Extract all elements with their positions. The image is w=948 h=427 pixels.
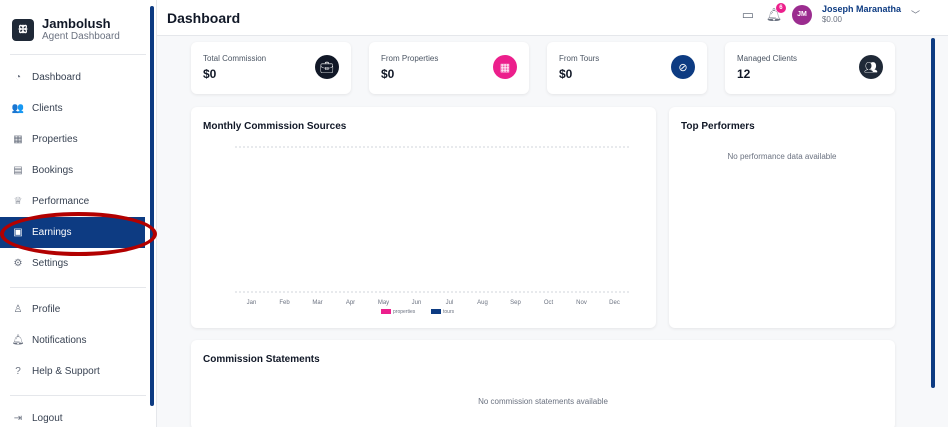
sidebar-item-label: Dashboard [32,72,81,83]
wallet-icon: ▣ [13,227,23,238]
sidebar-item-label: Help & Support [32,366,100,377]
legend-label: tours [443,309,455,315]
main-scrollbar[interactable] [931,38,935,388]
brand: ꕥ Jambolush Agent Dashboard [0,0,156,50]
x-tick-label: Dec [609,300,620,306]
avatar[interactable]: JM [791,4,812,25]
panel-title: Commission Statements [203,354,320,365]
x-tick-label: May [378,300,389,306]
sidebar-item-properties[interactable]: ▦ Properties [0,124,157,155]
briefcase-icon: 💼︎ [315,55,339,79]
trophy-icon: ♕ [13,196,23,207]
x-tick-label: Nov [576,300,587,306]
stat-label: Managed Clients [737,54,798,63]
user-name: Joseph Maranatha [821,4,901,14]
stat-card-clients: Managed Clients 12 👥︎ [725,42,895,94]
help-icon: ? [15,366,21,377]
logout-nav: ⇥ Logout [0,408,157,427]
stat-value: $0 [381,67,395,81]
sidebar-item-label: Bookings [32,165,74,176]
x-tick-label: Aug [477,300,488,306]
sidebar-item-help[interactable]: ? Help & Support [0,356,157,387]
divider [10,54,146,55]
commission-chart: Jan Feb Mar Apr May Jun Jul Aug Sep Oct Nov Dec prop… [235,146,631,315]
sidebar: ꕥ Jambolush Agent Dashboard ◔ Dashboard … [0,0,157,427]
sidebar-item-label: Performance [32,196,90,207]
sidebar-item-profile[interactable]: ♙ Profile [0,294,157,325]
bell-icon: 🔔︎ [11,335,25,346]
stat-value: 12 [737,67,751,81]
sidebar-item-bookings[interactable]: ▤ Bookings [0,155,157,186]
stat-value: $0 [559,67,573,81]
building-icon: ▦ [13,134,23,145]
sidebar-item-label: Earnings [32,227,72,238]
stat-card-tours: From Tours $0 ⊘ [547,42,707,94]
notification-badge: 6 [775,2,786,13]
sidebar-item-clients[interactable]: 👥 Clients [0,93,157,124]
legend-label: properties [393,309,416,315]
brand-name: Jambolush [42,16,111,31]
user-info[interactable]: Joseph Maranatha $0.00 [822,4,901,25]
stat-card-properties: From Properties $0 ▦ [369,42,529,94]
sidebar-item-label: Notifications [32,335,87,346]
logout-button[interactable]: ⇥ Logout [0,408,157,427]
legend-swatch [381,309,391,314]
compass-icon: ⊘ [671,55,695,79]
stat-label: Total Commission [203,54,267,63]
person-icon: ♙ [13,304,23,315]
x-tick-label: Feb [279,300,290,306]
panel-title: Top Performers [681,121,755,132]
users-icon: 👥︎ [859,55,883,79]
chevron-down-icon[interactable]: ﹀ [911,8,920,21]
sidebar-item-label: Settings [32,258,69,269]
sidebar-item-performance[interactable]: ♕ Performance [0,186,157,217]
header-actions: ▭ 🔔︎ 6 JM Joseph Maranatha $0.00 ﹀ [740,2,920,25]
x-tick-label: Sep [510,300,521,306]
stat-label: From Tours [559,54,600,63]
monthly-commission-panel: Monthly Commission Sources Jan Feb Mar Apr M… [191,107,656,328]
commission-statements-panel: Commission Statements No commission stat… [191,340,895,427]
gear-icon: ⚙ [13,258,23,269]
calendar-icon: ▤ [13,165,23,176]
top-performers-panel: Top Performers No performance data avail… [669,107,895,328]
sidebar-item-label: Properties [32,134,78,145]
sidebar-item-dashboard[interactable]: ◔ Dashboard [0,62,157,93]
stat-label: From Properties [381,54,439,63]
empty-message: No commission statements available [478,397,608,406]
logout-label: Logout [32,412,63,424]
main-nav: ◔ Dashboard 👥 Clients ▦ Properties ▤ Boo… [0,62,157,279]
sidebar-scrollbar[interactable] [150,6,154,406]
logo-icon: ꕥ [12,19,34,41]
x-tick-label: Jun [412,300,422,306]
legend-swatch [431,309,441,314]
sidebar-item-notifications[interactable]: 🔔︎ Notifications [0,325,157,356]
building-icon: ▦ [493,55,517,79]
empty-message: No performance data available [727,152,837,161]
divider [10,395,146,396]
secondary-nav: ♙ Profile 🔔︎ Notifications ? Help & Supp… [0,294,157,387]
dashboard-icon: ◔ [14,72,22,83]
sidebar-item-earnings[interactable]: ▣ Earnings [0,217,145,248]
x-tick-label: Mar [312,300,322,306]
top-header: Dashboard ▭ 🔔︎ 6 JM Joseph Maranatha $0.… [157,0,948,36]
sidebar-item-label: Profile [32,304,61,315]
message-icon[interactable]: ▭ [740,7,756,23]
divider [10,287,146,288]
brand-subtitle: Agent Dashboard [42,31,120,42]
x-tick-label: Jul [446,300,454,306]
page-title: Dashboard [167,9,241,26]
x-tick-label: Oct [544,300,554,306]
sidebar-item-label: Clients [32,103,63,114]
x-tick-label: Jan [247,300,257,306]
user-balance: $0.00 [821,15,842,24]
stat-card-total-commission: Total Commission $0 💼︎ [191,42,351,94]
users-icon: 👥 [11,103,25,114]
sidebar-item-settings[interactable]: ⚙ Settings [0,248,157,279]
logout-icon: ⇥ [13,412,23,424]
x-tick-label: Apr [346,300,355,306]
bell-icon[interactable]: 🔔︎ 6 [766,2,786,23]
stat-value: $0 [203,67,217,81]
